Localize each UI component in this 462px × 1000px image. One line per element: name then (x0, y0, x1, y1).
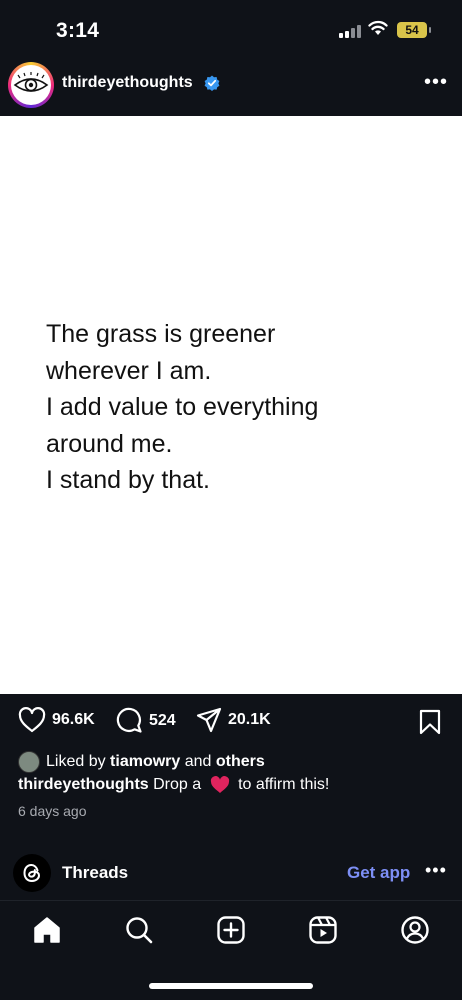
post-username[interactable]: thirdeyethoughts (62, 74, 193, 92)
verified-icon (204, 75, 220, 91)
search-icon[interactable] (124, 915, 154, 945)
threads-icon[interactable] (13, 854, 51, 892)
wifi-icon (368, 20, 388, 35)
post-text-line: wherever I am. (46, 356, 212, 385)
red-heart-emoji-icon (210, 776, 229, 793)
like-count: 96.6K (52, 711, 95, 728)
share-count: 20.1K (228, 711, 271, 728)
caption-text-before: Drop a (153, 776, 202, 794)
battery-icon: 54 (397, 22, 431, 38)
like-button[interactable]: 96.6K (18, 707, 95, 733)
caption-username[interactable]: thirdeyethoughts (18, 776, 149, 793)
liked-by-prefix: Liked by (46, 753, 106, 770)
liked-by-user[interactable]: tiamowry (110, 753, 180, 771)
comment-icon (116, 707, 142, 733)
post-text-line: I stand by that. (46, 466, 210, 494)
post-text-line: around me. (46, 429, 173, 458)
comment-count: 524 (149, 711, 176, 729)
create-icon[interactable] (216, 915, 246, 945)
post-timestamp: 6 days ago (18, 803, 87, 819)
post-text: The grass is greener wherever I am. I ad… (46, 316, 426, 499)
reels-icon[interactable] (308, 915, 338, 945)
share-button[interactable]: 20.1K (196, 707, 271, 733)
threads-logo-glyph (23, 863, 41, 883)
post-caption: thirdeyethoughts Drop a to affirm this! (18, 776, 329, 794)
threads-label: Threads (62, 863, 129, 882)
profile-icon[interactable] (400, 915, 430, 945)
post-text-line: I add value to everything (46, 393, 319, 421)
eye-logo-icon (13, 72, 49, 92)
threads-more-icon[interactable]: ••• (425, 860, 447, 881)
status-bar: 3:14 54 (0, 0, 462, 58)
post-header: thirdeyethoughts ••• (0, 58, 462, 116)
liked-by[interactable]: Liked by tiamowry and others (18, 751, 265, 773)
get-app-link[interactable]: Get app (347, 863, 410, 883)
heart-icon (18, 707, 46, 733)
cellular-signal-icon (339, 25, 361, 38)
liked-by-avatar (18, 751, 40, 773)
caption-text-after: to affirm this! (238, 776, 330, 794)
post-actions: 96.6K 524 20.1K (0, 704, 462, 740)
post-text-line: The grass is greener (46, 320, 276, 348)
post-more-icon[interactable]: ••• (424, 72, 448, 92)
avatar[interactable] (8, 62, 54, 108)
home-icon[interactable] (32, 915, 62, 945)
share-icon (196, 707, 222, 733)
liked-by-others[interactable]: others (216, 753, 265, 771)
status-time: 3:14 (56, 19, 100, 42)
home-indicator[interactable] (149, 983, 313, 989)
bookmark-icon[interactable] (418, 709, 442, 735)
threads-banner: Threads Get app ••• (0, 850, 462, 894)
liked-by-and: and (184, 753, 212, 770)
comment-button[interactable]: 524 (116, 707, 176, 734)
post-image[interactable]: The grass is greener wherever I am. I ad… (0, 116, 462, 694)
